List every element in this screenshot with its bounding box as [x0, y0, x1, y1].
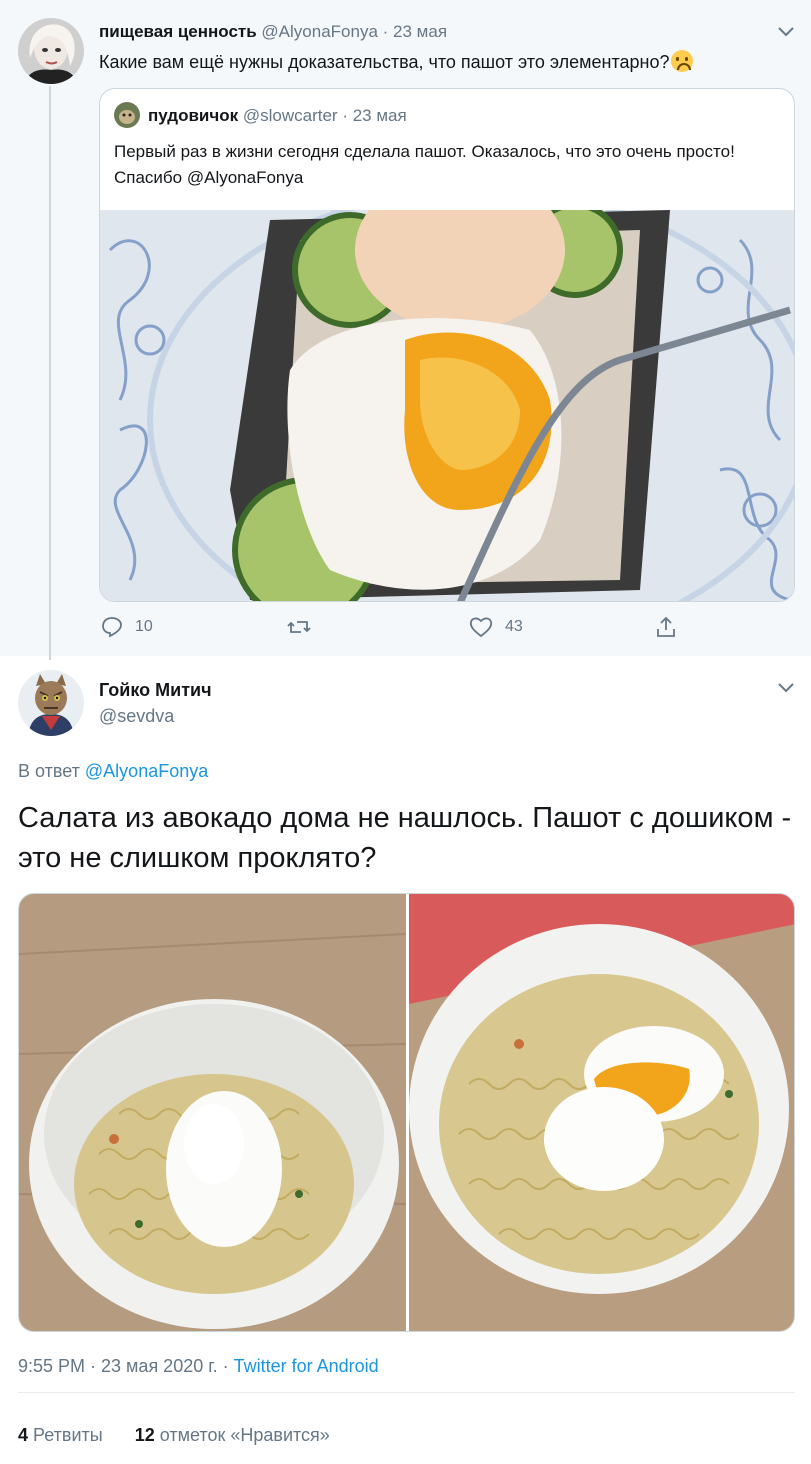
parent-header: пищевая ценность @AlyonaFonya · 23 мая	[99, 21, 447, 43]
quoted-date: · 23 мая	[342, 106, 407, 125]
reply-button[interactable]: 10	[101, 616, 153, 638]
quoted-tweet-text: Первый раз в жизни сегодня сделала пашот…	[114, 142, 735, 187]
parent-author-avatar[interactable]	[18, 18, 84, 84]
retweet-icon	[287, 621, 311, 633]
quoted-author-name: пудовичок	[148, 106, 239, 125]
reply-prefix: В ответ	[18, 761, 80, 781]
quoted-tweet-card[interactable]: пудовичок @slowcarter · 23 мая Первый ра…	[99, 88, 795, 602]
parent-text-body: Какие вам ещё нужны доказательства, что …	[99, 52, 670, 72]
share-icon	[657, 616, 675, 637]
quoted-header: пудовичок @slowcarter · 23 мая	[148, 105, 407, 127]
tweet-timestamp-line: 9:55 PM · 23 мая 2020 г. · Twitter for A…	[18, 1354, 379, 1378]
retweet-button[interactable]	[287, 616, 311, 638]
heart-icon	[469, 617, 493, 638]
parent-action-bar: 10 43	[99, 616, 699, 644]
upside-down-face-icon	[671, 50, 694, 72]
thread-connector	[49, 86, 51, 660]
chevron-down-icon[interactable]	[777, 682, 795, 694]
main-tweet-media	[18, 893, 795, 1332]
chevron-down-icon[interactable]	[777, 26, 795, 38]
reply-count: 10	[135, 618, 153, 635]
main-author-name[interactable]: Гойко Митич	[99, 679, 212, 701]
quoted-author-handle: @slowcarter	[242, 106, 338, 125]
main-tweet-text: Салата из авокадо дома не нашлось. Пашот…	[18, 802, 792, 874]
engagement-stats: 4 Ретвиты 12 отметок «Нравится»	[18, 1423, 330, 1447]
parent-author-name[interactable]: пищевая ценность	[99, 22, 257, 41]
parent-author-handle[interactable]: @AlyonaFonya	[261, 22, 378, 41]
reply-icon	[102, 617, 122, 638]
tweet-source-link[interactable]: Twitter for Android	[234, 1356, 379, 1376]
main-author-handle[interactable]: @sevdva	[99, 705, 174, 727]
reply-context: В ответ @AlyonaFonya	[18, 759, 208, 783]
retweet-count: 4	[18, 1425, 29, 1445]
like-label: отметок «Нравится»	[159, 1425, 330, 1445]
noodles-photo-whole-egg[interactable]	[19, 894, 406, 1332]
quoted-author-avatar	[114, 102, 140, 128]
reply-to-handle-link[interactable]: @AlyonaFonya	[85, 761, 208, 781]
parent-tweet-text: Какие вам ещё нужны доказательства, что …	[99, 50, 694, 74]
likes-stat[interactable]: 12 отметок «Нравится»	[135, 1425, 330, 1445]
poached-egg-plate-photo[interactable]	[100, 210, 795, 602]
like-button[interactable]: 43	[469, 616, 523, 638]
noodles-photo-cut-egg[interactable]	[409, 894, 795, 1332]
tweet-time[interactable]: 9:55 PM · 23 мая 2020 г. ·	[18, 1356, 234, 1376]
share-button[interactable]	[655, 616, 677, 638]
retweet-label: Ретвиты	[33, 1425, 103, 1445]
like-count: 43	[505, 618, 523, 635]
divider	[18, 1392, 795, 1393]
parent-tweet[interactable]: пищевая ценность @AlyonaFonya · 23 мая К…	[0, 0, 811, 660]
retweets-stat[interactable]: 4 Ретвиты	[18, 1425, 103, 1445]
main-author-avatar[interactable]	[18, 670, 84, 736]
parent-date[interactable]: · 23 мая	[383, 22, 447, 41]
like-count-main: 12	[134, 1425, 155, 1445]
